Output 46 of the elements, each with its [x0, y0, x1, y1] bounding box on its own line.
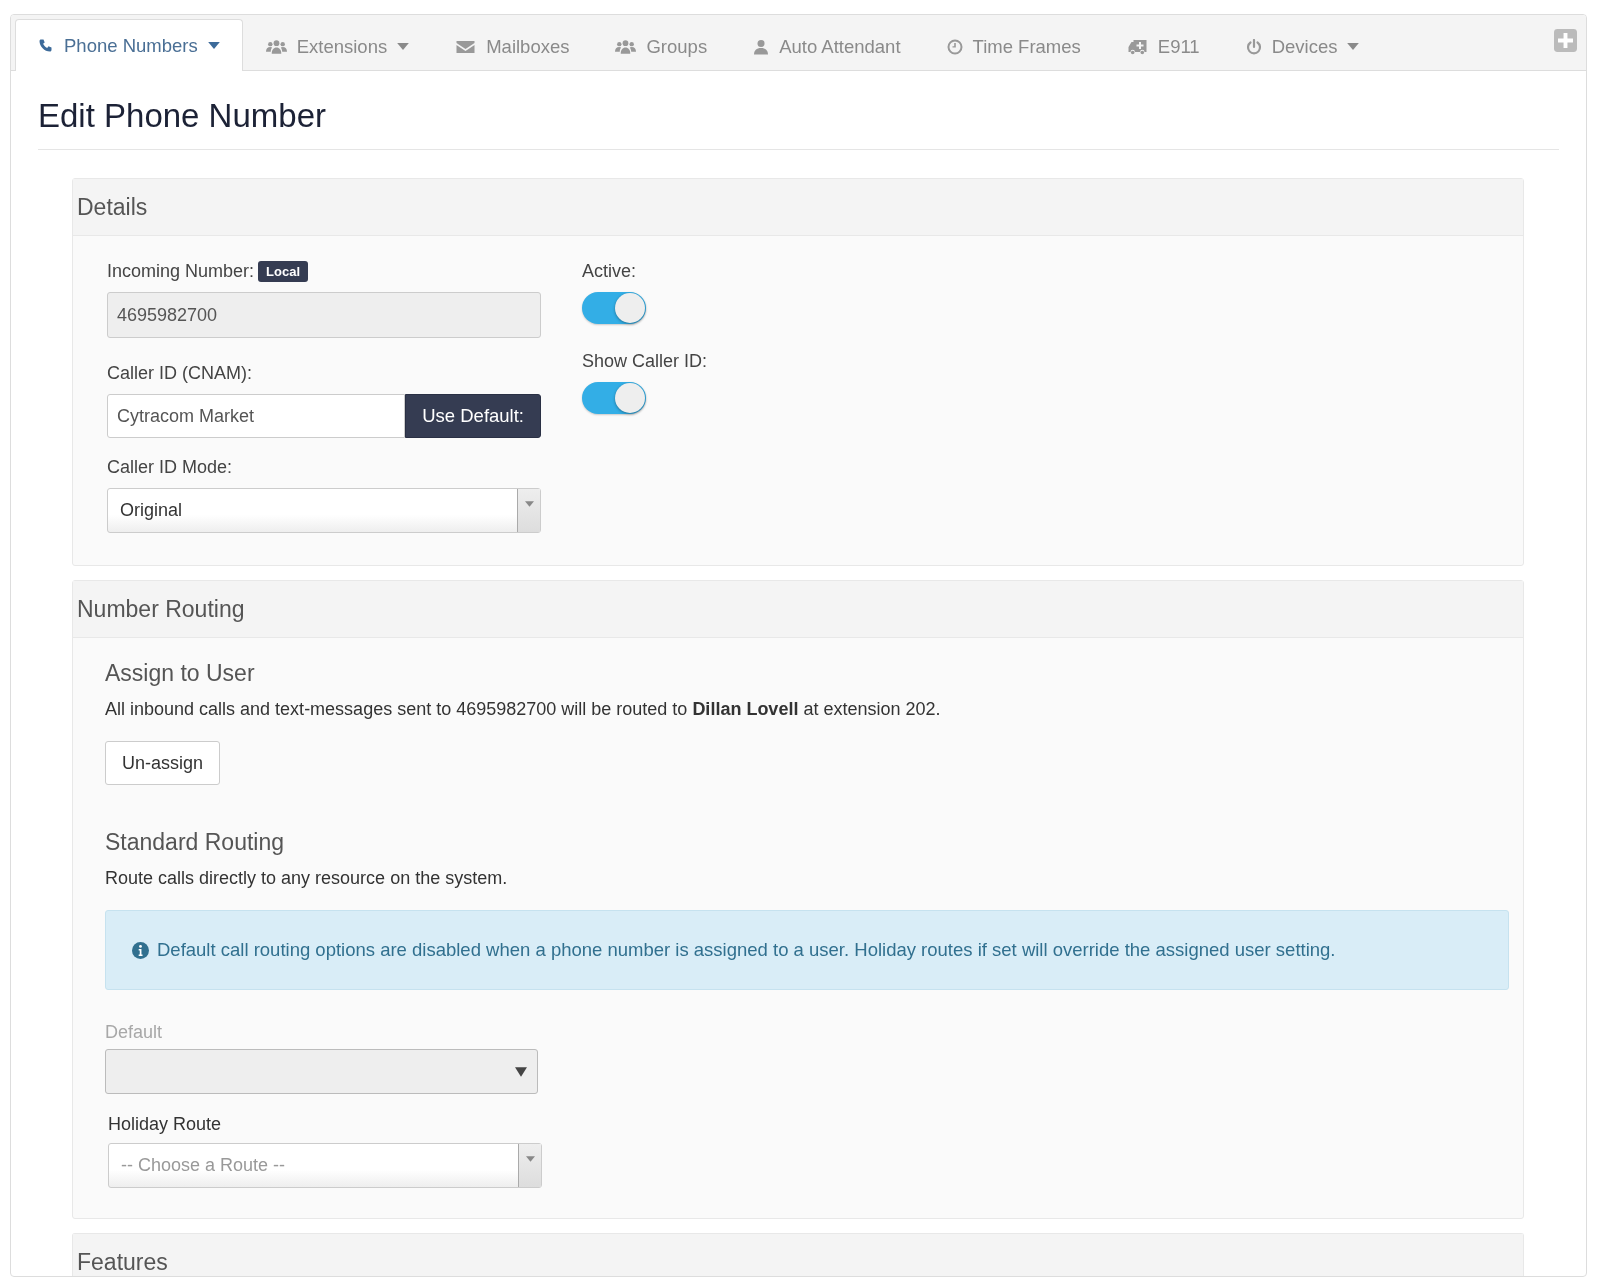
caller-id-mode-select[interactable]: Original [107, 488, 541, 533]
field-label: Show Caller ID: [582, 350, 708, 372]
toggle-switch[interactable] [582, 292, 646, 324]
nav-tab[interactable]: Devices [1222, 21, 1383, 71]
user-icon [753, 38, 770, 55]
use-default-button[interactable]: Use Default: [405, 394, 541, 438]
panel-title: Features [77, 1248, 168, 1276]
unassign-button[interactable]: Un-assign [105, 741, 221, 785]
field-label: Incoming Number: [107, 260, 255, 282]
caret-icon [525, 1156, 535, 1162]
caller-id-field[interactable]: Cytracom Market [107, 394, 406, 438]
field-label: Active: [582, 260, 637, 282]
nav-tab[interactable]: E911 [1103, 21, 1223, 71]
incoming-number-field[interactable]: 4695982700 [107, 292, 541, 338]
holiday-route-select[interactable]: -- Choose a Route -- [108, 1143, 542, 1188]
clock-icon [946, 38, 963, 55]
caret-icon [515, 1066, 527, 1077]
info-icon [132, 941, 149, 959]
local-badge: Local [258, 260, 309, 282]
nav-tab[interactable]: Extensions [242, 21, 433, 71]
nav-tab[interactable]: Mailboxes [432, 21, 593, 71]
field-label: Default [105, 1022, 163, 1042]
field-label: Caller ID (CNAM): [107, 362, 252, 384]
panel-title: Number Routing [77, 595, 245, 623]
nav-tab[interactable]: Auto Attendant [730, 21, 924, 71]
assign-description: All inbound calls and text-messages sent to 4695982700 will be routed to Dillan Lovell at extension 202. [105, 699, 942, 720]
nav-tab[interactable]: Time Frames [923, 21, 1104, 71]
field-label: Caller ID Mode: [107, 456, 233, 478]
caret-icon [524, 501, 534, 507]
field-label: Holiday Route [108, 1114, 222, 1134]
power-icon [1245, 38, 1262, 55]
page-title: Edit Phone Number [38, 96, 327, 136]
panel-title: Details [77, 193, 148, 221]
add-icon[interactable] [1554, 29, 1577, 52]
users-icon [265, 38, 287, 55]
phone-icon [38, 37, 54, 54]
alert-text: Default call routing options are disabled when a phone number is assigned to a user. Holiday routes if set will override the assigned user setting. [157, 939, 1336, 961]
routing-description: Route calls directly to any resource on the system. [105, 868, 509, 889]
nav-tab[interactable]: Groups [592, 21, 731, 71]
toggle-switch[interactable] [582, 382, 646, 414]
envelope-icon [455, 38, 477, 55]
ambulance-icon [1126, 38, 1148, 55]
section-heading: Assign to User [105, 660, 256, 687]
users-icon [615, 38, 637, 55]
section-heading: Standard Routing [105, 829, 285, 856]
nav-tab[interactable]: Phone Numbers [15, 19, 243, 71]
